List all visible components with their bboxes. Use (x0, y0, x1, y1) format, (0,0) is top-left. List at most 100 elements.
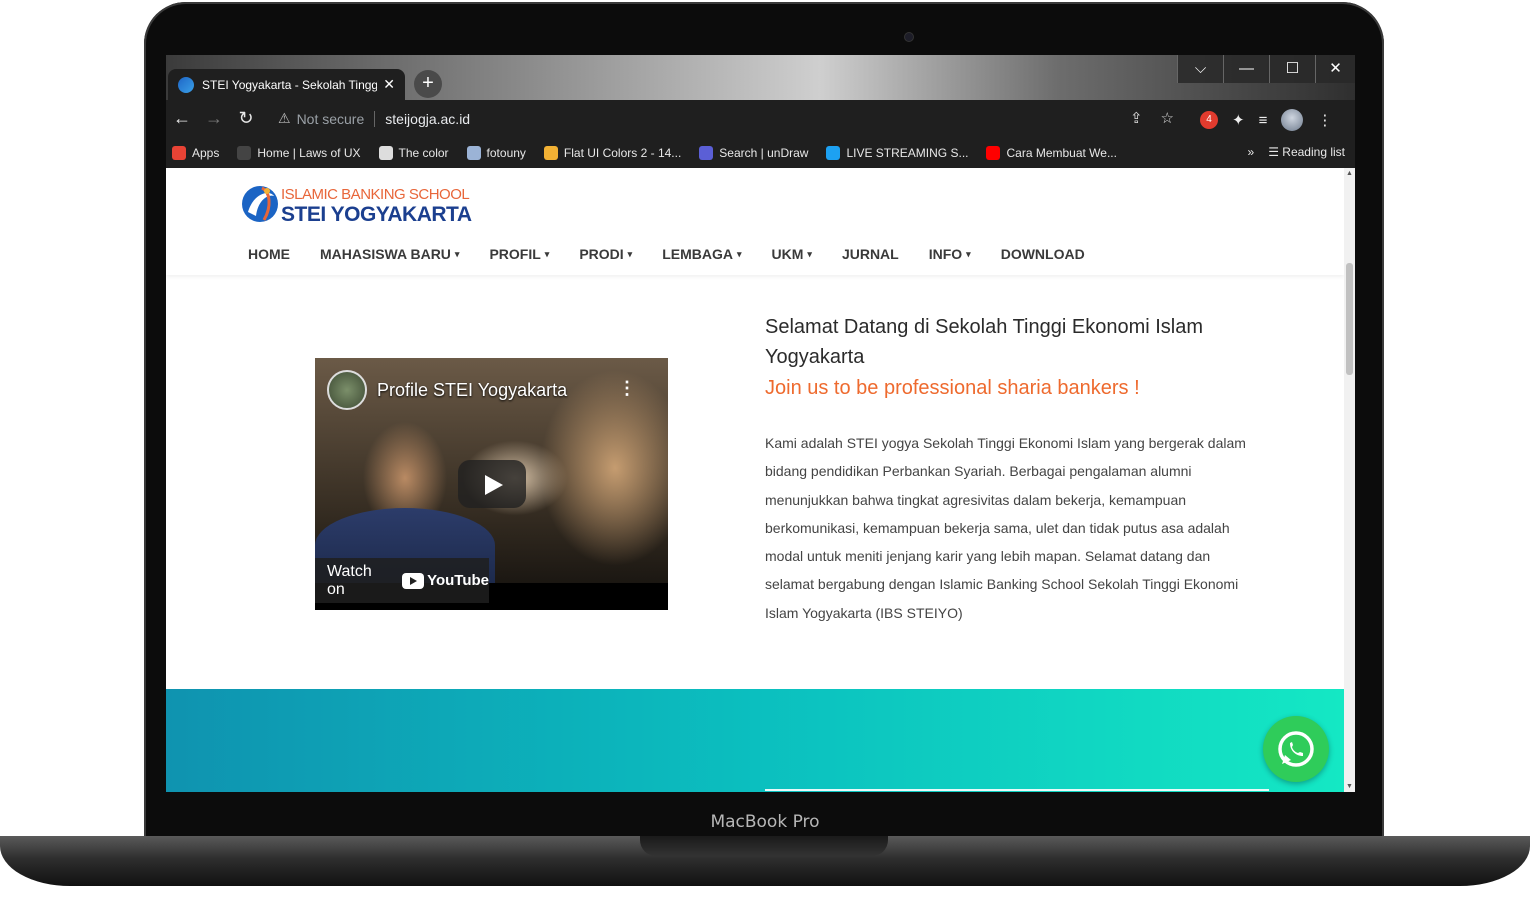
caret-down-icon: ▾ (544, 249, 550, 259)
bookmark-label: Home | Laws of UX (257, 145, 361, 160)
bookmark-star-icon[interactable]: ☆ (1161, 109, 1174, 127)
caret-down-icon: ▾ (736, 249, 742, 259)
channel-avatar[interactable] (327, 370, 367, 410)
bookmark-favicon-icon (699, 145, 714, 160)
scroll-down-icon[interactable]: ▼ (1346, 783, 1353, 790)
bookmark-item[interactable]: The color (378, 145, 449, 160)
menu-item-label: LEMBAGA (662, 246, 733, 262)
close-window-button[interactable]: ✕ (1315, 55, 1355, 83)
new-tab-button[interactable]: + (414, 70, 442, 98)
menu-item-label: MAHASISWA BARU (320, 246, 451, 262)
reading-list-label: Reading list (1282, 145, 1345, 159)
kebab-menu-icon[interactable]: ⋮ (1317, 111, 1332, 129)
bookmark-label: Flat UI Colors 2 - 14... (563, 145, 682, 160)
profile-avatar[interactable] (1281, 109, 1304, 131)
device-label: MacBook Pro (710, 812, 820, 832)
video-title[interactable]: Profile STEI Yogyakarta (377, 380, 567, 401)
bookmark-favicon-icon (826, 145, 841, 160)
extension-badge[interactable]: 4 (1200, 111, 1218, 129)
logo-tagline[interactable]: ISLAMIC BANKING SCHOOL (281, 186, 470, 203)
main-menu: HOME MAHASISWA BARU ▾ PROFIL ▾ PRODI ▾ LEMBAGA ▾… (248, 246, 1115, 262)
browser-tab[interactable]: STEI Yogyakarta - Sekolah Tinggi Ekonomi… (168, 69, 405, 100)
puzzle-icon[interactable]: ✦ (1232, 111, 1245, 129)
tagline: Join us to be professional sharia banker… (765, 377, 1140, 399)
menu-item-mahasiswa-baru[interactable]: MAHASISWA BARU ▾ (320, 246, 459, 262)
media-control-icon[interactable]: ≡ (1259, 112, 1268, 129)
address-bar[interactable]: ⚠ Not secure steijogja.ac.id ⇪ ☆ (268, 105, 1184, 132)
about-paragraph: Kami adalah STEI yogya Sekolah Tinggi Ek… (765, 435, 1246, 621)
menu-item-prodi[interactable]: PRODI ▾ (579, 246, 632, 262)
watch-on-label: Watch on (327, 562, 372, 598)
tab-close-icon[interactable]: ✕ (383, 76, 395, 93)
menu-item-label: PRODI (579, 246, 624, 262)
menu-item-info[interactable]: INFO ▾ (929, 246, 971, 262)
youtube-play-icon (402, 572, 425, 589)
caret-down-icon: ▾ (454, 249, 460, 259)
bookmark-favicon-icon (172, 145, 186, 160)
bookmark-favicon-icon (378, 145, 393, 160)
bookmark-favicon-icon (543, 145, 558, 160)
site-favicon-icon (178, 76, 194, 93)
url-text[interactable]: steijogja.ac.id (385, 111, 470, 127)
bookmark-label: fotouny (486, 145, 526, 160)
bookmark-item[interactable]: Apps (172, 145, 220, 160)
menu-item-home[interactable]: HOME (248, 246, 290, 262)
maximize-button[interactable]: ☐ (1269, 55, 1315, 83)
bookmark-label: Cara Membuat We... (1006, 145, 1117, 160)
play-button[interactable] (458, 460, 526, 508)
welcome-heading: Selamat Datang di Sekolah Tinggi Ekonomi… (765, 316, 1204, 368)
bookmark-label: The color (398, 145, 449, 160)
youtube-wordmark: YouTube (427, 572, 489, 589)
logo-name[interactable]: STEI YOGYAKARTA (281, 203, 472, 227)
whatsapp-button[interactable] (1263, 716, 1329, 782)
bookmark-item[interactable]: Home | Laws of UX (237, 145, 361, 160)
scroll-thumb[interactable] (1346, 263, 1353, 375)
stei-logo-icon[interactable] (240, 182, 280, 226)
menu-item-profil[interactable]: PROFIL ▾ (489, 246, 549, 262)
watch-on-youtube-button[interactable]: Watch on YouTube (315, 558, 489, 603)
reading-list-button[interactable]: ☰ Reading list (1268, 145, 1345, 159)
menu-item-label: HOME (248, 246, 290, 262)
gradient-section (166, 689, 1344, 792)
youtube-embed[interactable]: Profile STEI Yogyakarta ⋮ Watch on YouTu… (315, 358, 668, 610)
whatsapp-icon (1278, 731, 1314, 767)
warning-icon[interactable]: ⚠ (278, 110, 291, 127)
extensions-area: 4 ✦ ≡ ⋮ (1200, 109, 1332, 131)
tab-title: STEI Yogyakarta - Sekolah Tinggi Ekonomi… (202, 77, 378, 92)
forward-button[interactable]: → (198, 108, 230, 129)
minimize-button[interactable]: — (1223, 55, 1269, 83)
reload-button[interactable]: ↻ (230, 108, 262, 129)
bookmark-favicon-icon (986, 145, 1001, 160)
bookmarks-right: » ☰ Reading list (1248, 145, 1345, 159)
back-button[interactable]: ← (166, 108, 198, 129)
bookmark-label: LIVE STREAMING S... (846, 145, 969, 160)
bookmark-label: Apps (192, 145, 220, 160)
menu-item-lembaga[interactable]: LEMBAGA ▾ (662, 246, 741, 262)
bookmark-item[interactable]: fotouny (466, 145, 526, 160)
bookmarks-bar: Apps Home | Laws of UX The color fotouny Fla… (166, 137, 1355, 168)
menu-item-download[interactable]: DOWNLOAD (1001, 246, 1085, 262)
video-more-icon[interactable]: ⋮ (618, 378, 636, 399)
tab-search-button[interactable]: ⌵ (1177, 55, 1223, 83)
page-scrollbar[interactable]: ▲ ▼ (1344, 168, 1355, 792)
laptop-notch (640, 836, 888, 856)
bookmark-item[interactable]: Flat UI Colors 2 - 14... (543, 145, 682, 160)
bookmark-label: Search | unDraw (719, 145, 809, 160)
menu-item-ukm[interactable]: UKM ▾ (772, 246, 812, 262)
menu-item-label: INFO (928, 246, 963, 262)
share-icon[interactable]: ⇪ (1130, 109, 1143, 127)
security-status[interactable]: Not secure (297, 111, 365, 127)
menu-item-jurnal[interactable]: JURNAL (842, 246, 899, 262)
bookmark-item[interactable]: Search | unDraw (699, 145, 809, 160)
screen: STEI Yogyakarta - Sekolah Tinggi Ekonomi… (166, 55, 1355, 792)
menu-item-label: UKM (771, 246, 804, 262)
bookmark-item[interactable]: LIVE STREAMING S... (826, 145, 969, 160)
tab-bar: STEI Yogyakarta - Sekolah Tinggi Ekonomi… (166, 55, 1355, 100)
more-bookmarks-icon[interactable]: » (1248, 145, 1255, 159)
web-page: ISLAMIC BANKING SCHOOL STEI YOGYAKARTA H… (166, 168, 1344, 792)
bookmark-item[interactable]: Cara Membuat We... (986, 145, 1117, 160)
camera (904, 32, 914, 42)
menu-item-label: PROFIL (489, 246, 541, 262)
scroll-up-icon[interactable]: ▲ (1346, 170, 1353, 177)
menu-item-label: JURNAL (841, 246, 899, 262)
